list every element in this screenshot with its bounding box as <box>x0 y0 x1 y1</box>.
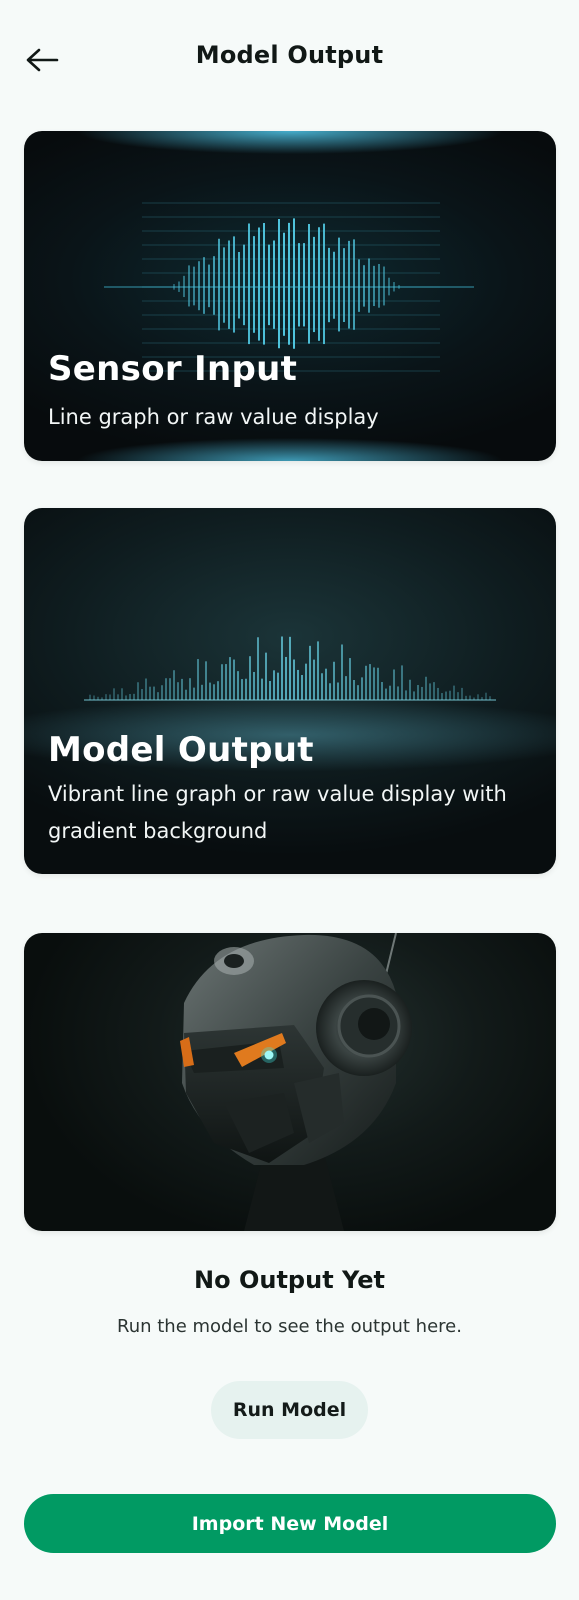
model-output-card[interactable]: Model Output Vibrant line graph or raw v… <box>24 508 556 874</box>
run-model-button[interactable]: Run Model <box>211 1381 368 1439</box>
card-title: Model Output <box>48 730 314 770</box>
card-title: Sensor Input <box>48 349 298 389</box>
robot-head-image <box>180 933 412 1231</box>
card-description: Line graph or raw value display <box>48 405 379 429</box>
empty-state-message: Run the model to see the output here. <box>117 1316 462 1337</box>
import-new-model-button[interactable]: Import New Model <box>24 1494 556 1553</box>
robot-image-card[interactable] <box>24 933 556 1231</box>
app-header: Model Output <box>0 0 579 118</box>
card-description: Vibrant line graph or raw value display … <box>48 782 507 843</box>
empty-state-title: No Output Yet <box>194 1266 385 1294</box>
sensor-input-card[interactable]: Sensor Input Line graph or raw value dis… <box>24 131 556 461</box>
page-title: Model Output <box>195 41 384 69</box>
